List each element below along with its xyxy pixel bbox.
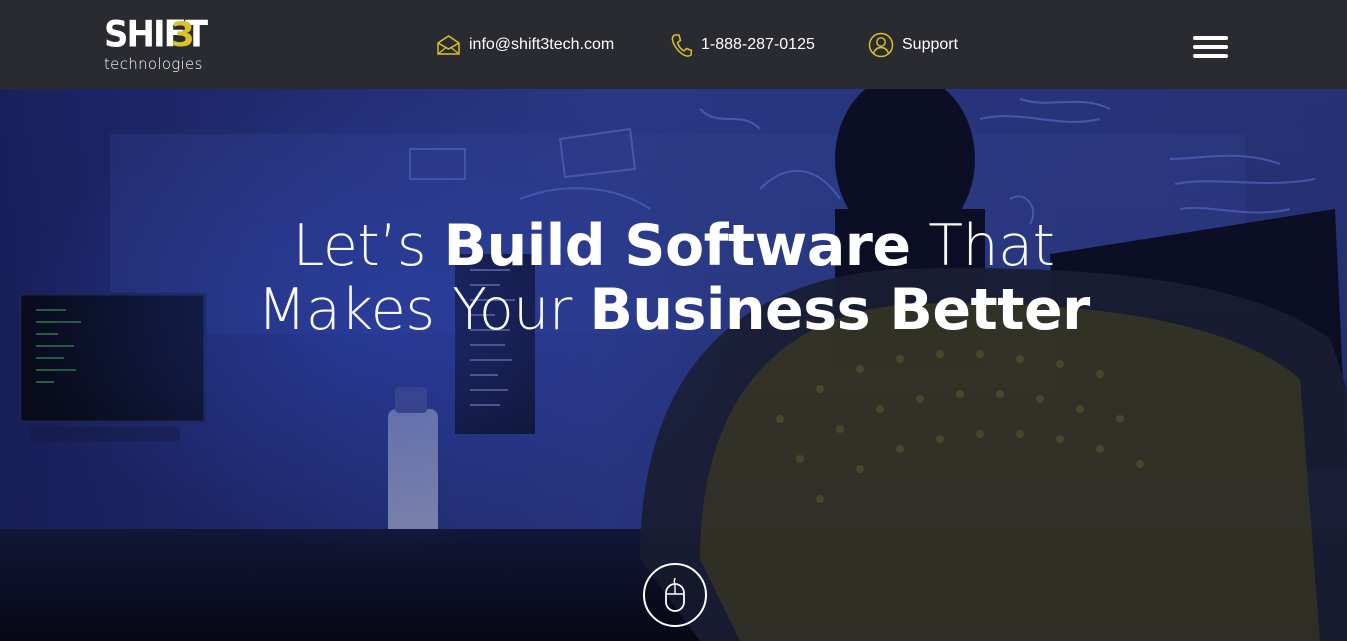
logo-number: 3: [171, 15, 195, 55]
top-navigation-bar: SHIFT 3 technologies info@shift3tech.com…: [0, 0, 1347, 89]
shift3-logo[interactable]: SHIFT 3 technologies: [104, 15, 208, 77]
headline-text: That: [910, 213, 1055, 279]
headline-line-1: Let’s Build Software That: [0, 214, 1347, 278]
headline-text: Let’s: [292, 213, 444, 279]
headline-emphasis: Business Better: [589, 277, 1090, 343]
menu-bar: [1193, 54, 1228, 58]
headline-line-2: Makes Your Business Better: [0, 278, 1347, 342]
support-label: Support: [902, 36, 959, 53]
headline-emphasis: Build Software: [443, 213, 911, 279]
menu-bar: [1193, 36, 1228, 40]
envelope-icon: [436, 34, 461, 56]
scroll-down-button[interactable]: [643, 563, 707, 627]
email-label: info@shift3tech.com: [469, 36, 615, 53]
phone-label: 1-888-287-0125: [701, 36, 815, 53]
email-link[interactable]: info@shift3tech.com: [436, 31, 614, 59]
mouse-scroll-icon: [665, 577, 685, 612]
support-link[interactable]: Support: [868, 31, 958, 59]
hero-section: Let’s Build Software That Makes Your Bus…: [0, 89, 1347, 641]
user-circle-icon: [868, 32, 894, 58]
phone-link[interactable]: 1-888-287-0125: [670, 31, 815, 59]
headline-text: Makes Your: [257, 277, 590, 343]
logo-subtitle: technologies: [104, 55, 203, 73]
hero-headline: Let’s Build Software That Makes Your Bus…: [0, 214, 1347, 342]
hamburger-menu-icon[interactable]: [1193, 36, 1229, 62]
phone-icon: [670, 33, 693, 58]
hero-overlay: [0, 89, 1347, 641]
menu-bar: [1193, 45, 1228, 49]
